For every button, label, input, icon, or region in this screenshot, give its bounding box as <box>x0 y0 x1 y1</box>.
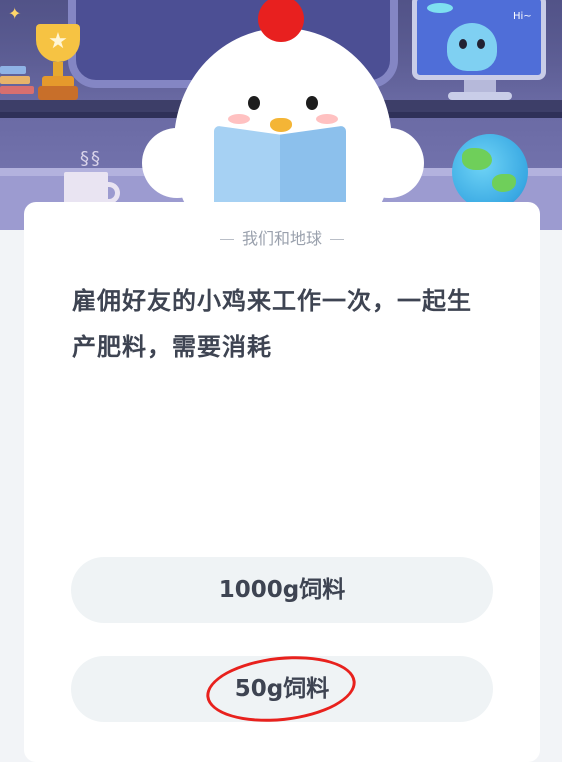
monitor-icon: Hi~ <box>412 0 550 104</box>
alien-icon <box>447 23 497 71</box>
divider <box>330 239 344 240</box>
steam-icon: §§ <box>80 148 102 169</box>
books-icon <box>0 66 34 100</box>
question-text: 雇佣好友的小鸡来工作一次，一起生产肥料，需要消耗 <box>72 287 472 361</box>
trophy-icon: ★ <box>28 24 88 102</box>
header-illustration: ✦ ★ Hi~ §§ <box>0 0 562 230</box>
chicken-mascot <box>142 0 424 230</box>
answer-option[interactable]: 1000g饲料 <box>71 557 493 623</box>
ufo-icon <box>427 3 453 13</box>
divider <box>219 239 234 240</box>
sparkle-icon: ✦ <box>8 4 22 23</box>
quiz-category: 我们和地球 <box>24 228 540 250</box>
category-label: 我们和地球 <box>241 229 322 248</box>
monitor-greeting: Hi~ <box>513 11 532 22</box>
quiz-card: 我们和地球 雇佣好友的小鸡来工作一次，一起生产肥料，需要消耗 1000g饲料 5… <box>24 202 540 762</box>
answer-option-label: 1000g饲料 <box>218 577 346 603</box>
globe-icon <box>452 134 528 210</box>
